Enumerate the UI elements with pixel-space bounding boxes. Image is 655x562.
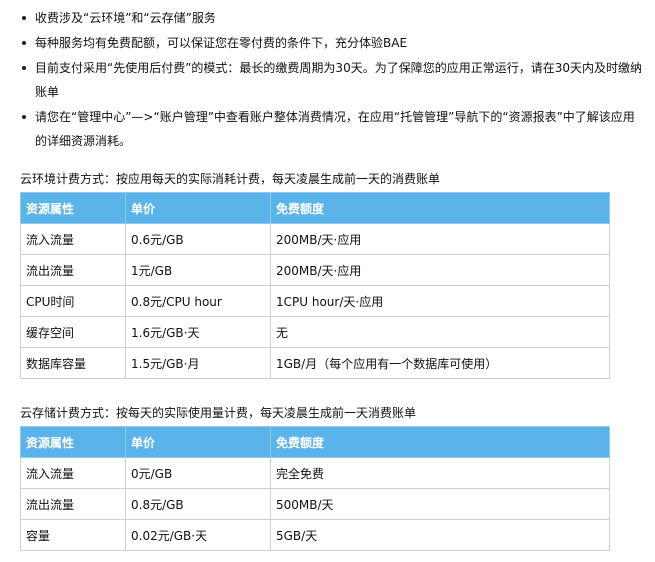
header-price: 单价	[125, 426, 271, 458]
cell-price: 1.6元/GB·天	[125, 316, 271, 348]
billing-notes-list: 收费涉及“云环境”和“云存储”服务 每种服务均有免费配额，可以保证您在零付费的条…	[20, 6, 645, 154]
cell-resource: 流出流量	[20, 254, 126, 286]
cell-price: 0.8元/GB	[125, 488, 271, 520]
table-row: 容量 0.02元/GB·天 5GB/天	[20, 519, 610, 551]
cell-free-quota: 完全免费	[270, 457, 610, 489]
header-free-quota: 免费额度	[270, 426, 610, 458]
cell-free-quota: 1CPU hour/天·应用	[270, 285, 610, 317]
note-item: 请您在“管理中心”—>“账户管理”中查看账户整体消费情况，在应用“托管管理”导航…	[20, 105, 645, 153]
note-item: 目前支付采用“先使用后付费”的模式：最长的缴费周期为30天。为了保障您的应用正常…	[20, 56, 645, 104]
cell-free-quota: 200MB/天·应用	[270, 254, 610, 286]
cell-free-quota: 1GB/月（每个应用有一个数据库可使用）	[270, 347, 610, 379]
storage-billing-title: 云存储计费方式：按每天的实际使用量计费，每天凌晨生成前一天消费账单	[20, 406, 417, 420]
cell-resource: 流入流量	[20, 223, 126, 255]
cell-resource: 数据库容量	[20, 347, 126, 379]
env-billing-title: 云环境计费方式：按应用每天的实际消耗计费，每天凌晨生成前一天的消费账单	[20, 172, 441, 186]
cell-free-quota: 200MB/天·应用	[270, 223, 610, 255]
table-row: 流入流量 0元/GB 完全免费	[20, 457, 610, 489]
table-row: 缓存空间 1.6元/GB·天 无	[20, 316, 610, 348]
table-header-row: 资源属性 单价 免费额度	[20, 426, 610, 458]
cell-price: 1.5元/GB·月	[125, 347, 271, 379]
note-item: 收费涉及“云环境”和“云存储”服务	[20, 6, 645, 30]
table-row: 流入流量 0.6元/GB 200MB/天·应用	[20, 223, 610, 255]
cell-resource: 缓存空间	[20, 316, 126, 348]
header-free-quota: 免费额度	[270, 192, 610, 224]
note-item: 每种服务均有免费配额，可以保证您在零付费的条件下，充分体验BAE	[20, 31, 645, 55]
cell-price: 0.6元/GB	[125, 223, 271, 255]
table-header-row: 资源属性 单价 免费额度	[20, 192, 610, 224]
cell-price: 1元/GB	[125, 254, 271, 286]
header-price: 单价	[125, 192, 271, 224]
cell-price: 0元/GB	[125, 457, 271, 489]
cell-price: 0.02元/GB·天	[125, 519, 271, 551]
table-row: 数据库容量 1.5元/GB·月 1GB/月（每个应用有一个数据库可使用）	[20, 347, 610, 379]
cell-resource: 容量	[20, 519, 126, 551]
table-row: 流出流量 1元/GB 200MB/天·应用	[20, 254, 610, 286]
cell-resource: CPU时间	[20, 285, 126, 317]
cell-free-quota: 500MB/天	[270, 488, 610, 520]
storage-pricing-table: 资源属性 单价 免费额度 流入流量 0元/GB 完全免费 流出流量 0.8元/G…	[20, 426, 610, 551]
cell-resource: 流出流量	[20, 488, 126, 520]
table-row: CPU时间 0.8元/CPU hour 1CPU hour/天·应用	[20, 285, 610, 317]
table-row: 流出流量 0.8元/GB 500MB/天	[20, 488, 610, 520]
cell-resource: 流入流量	[20, 457, 126, 489]
cell-free-quota: 5GB/天	[270, 519, 610, 551]
header-resource: 资源属性	[20, 426, 126, 458]
header-resource: 资源属性	[20, 192, 126, 224]
cell-price: 0.8元/CPU hour	[125, 285, 271, 317]
cell-free-quota: 无	[270, 316, 610, 348]
env-pricing-table: 资源属性 单价 免费额度 流入流量 0.6元/GB 200MB/天·应用 流出流…	[20, 192, 610, 379]
